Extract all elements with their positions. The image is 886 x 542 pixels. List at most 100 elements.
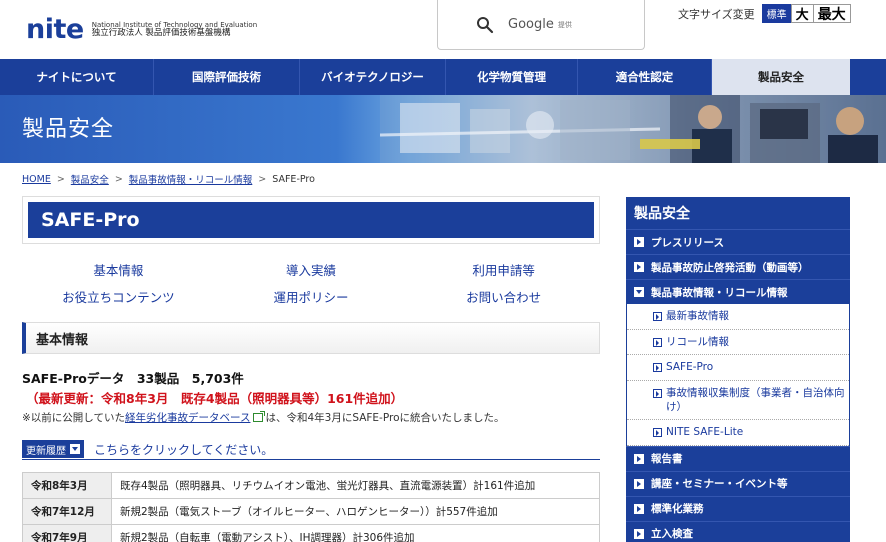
- logo-subtitle: National Institute of Technology and Eva…: [92, 21, 257, 39]
- nav-biotechnology[interactable]: バイオテクノロジー: [300, 59, 446, 95]
- nite-logo[interactable]: nite National Institute of Technology an…: [26, 16, 257, 43]
- arrow-right-icon: [634, 478, 644, 489]
- banner-title: 製品安全: [22, 117, 115, 142]
- external-link-icon: [253, 411, 266, 422]
- font-size-largest-button[interactable]: 最大: [812, 4, 851, 23]
- history-text: 新規2製品（電気ストーブ（オイルヒーター、ハロゲンヒーター））計557件追加: [111, 498, 600, 525]
- data-summary: SAFE-Proデータ 33製品 5,703件: [22, 371, 244, 386]
- font-size-large-button[interactable]: 大: [790, 4, 814, 23]
- google-search-box[interactable]: Google 提供: [437, 0, 645, 50]
- nav-product-safety[interactable]: 製品安全: [712, 59, 850, 95]
- arrow-right-icon: [653, 428, 662, 438]
- global-nav: ナイトについて 国際評価技術 バイオテクノロジー 化学物質管理 適合性認定 製品…: [0, 59, 886, 95]
- arrow-right-icon: [653, 363, 662, 373]
- update-history-row: 更新履歴 こちらをクリックしてください。: [22, 439, 600, 460]
- arrow-right-icon: [634, 453, 644, 464]
- table-row: 令和7年12月 新規2製品（電気ストーブ（オイルヒーター、ハロゲンヒーター））計…: [22, 498, 600, 525]
- sidebar-item-label: 製品事故防止啓発活動（動画等）: [651, 261, 809, 274]
- sidebar-item-reports[interactable]: 報告書: [626, 445, 850, 471]
- quicklink-application[interactable]: 利用申請等: [407, 260, 600, 279]
- sidebar-item-events[interactable]: 講座・セミナー・イベント等: [626, 470, 850, 496]
- arrow-right-icon: [634, 237, 644, 247]
- logo-japanese-name: 独立行政法人 製品評価技術基盤機構: [91, 27, 231, 38]
- sidebar-item-label: 講座・セミナー・イベント等: [651, 478, 788, 491]
- sidebar-subitem-label: 事故情報収集制度（事業者・自治体向け）: [666, 386, 845, 413]
- table-row: 令和8年3月 既存4製品（照明器具、リチウムイオン電池、蛍光灯器具、直流電源装置…: [22, 472, 600, 499]
- quick-links: 基本情報 導入実績 利用申請等 お役立ちコンテンツ 運用ポリシー お問い合わせ: [22, 260, 600, 306]
- sidebar-item-standardization[interactable]: 標準化業務: [626, 495, 850, 521]
- page-title: SAFE-Pro: [28, 202, 594, 238]
- nav-chemical-management[interactable]: 化学物質管理: [446, 59, 578, 95]
- breadcrumb-product-safety[interactable]: 製品安全: [71, 172, 109, 186]
- update-history-table: 令和8年3月 既存4製品（照明器具、リチウムイオン電池、蛍光灯器具、直流電源装置…: [22, 472, 600, 542]
- sidebar-subitem-label: NITE SAFE-Lite: [666, 426, 744, 439]
- breadcrumb-current: SAFE-Pro: [272, 173, 315, 185]
- sidebar-subitem-label: リコール情報: [666, 335, 729, 348]
- section-banner: 製品安全: [0, 95, 886, 163]
- sidebar-title[interactable]: 製品安全: [626, 197, 850, 229]
- update-history-toggle[interactable]: 更新履歴: [22, 440, 84, 458]
- breadcrumb-separator-icon: >: [56, 173, 65, 185]
- sidebar-subitem-label: 最新事故情報: [666, 310, 729, 322]
- sidebar-item-label: 立入検査: [651, 528, 693, 541]
- arrow-right-icon: [653, 388, 662, 398]
- search-provider-label: Google: [508, 17, 554, 32]
- arrow-right-icon: [653, 337, 662, 347]
- sidebar-item-press-release[interactable]: プレスリリース: [626, 229, 850, 254]
- sidebar-item-label: 製品事故情報・リコール情報: [651, 286, 788, 299]
- arrow-right-icon: [653, 312, 662, 321]
- arrow-right-icon: [634, 528, 644, 539]
- sidebar-item-label: 標準化業務: [651, 503, 704, 516]
- site-header: nite National Institute of Technology an…: [0, 0, 886, 60]
- sidebar-subitem-collection-system[interactable]: 事故情報収集制度（事業者・自治体向け）: [627, 381, 849, 421]
- sidebar-subitem-recall[interactable]: リコール情報: [627, 330, 849, 356]
- breadcrumb-separator-icon: >: [258, 173, 267, 185]
- sidebar-item-inspection[interactable]: 立入検査: [626, 520, 850, 542]
- font-size-label: 文字サイズ変更: [678, 7, 755, 21]
- quicklink-policy[interactable]: 運用ポリシー: [215, 287, 408, 306]
- sidebar-subitem-latest-accidents[interactable]: 最新事故情報: [627, 304, 849, 330]
- search-provider-sub: 提供: [557, 20, 572, 29]
- quicklink-adoption[interactable]: 導入実績: [215, 260, 408, 279]
- font-size-switcher: 文字サイズ変更 標準 大 最大: [678, 4, 851, 23]
- arrow-right-icon: [634, 262, 644, 272]
- section-heading: 基本情報: [22, 322, 600, 354]
- quicklink-useful-content[interactable]: お役立ちコンテンツ: [22, 287, 215, 306]
- arrow-right-icon: [634, 503, 644, 514]
- breadcrumb-separator-icon: >: [114, 173, 123, 185]
- quicklink-basic-info[interactable]: 基本情報: [22, 260, 215, 279]
- sidebar: 製品安全 プレスリリース 製品事故防止啓発活動（動画等） 製品事故情報・リコール…: [626, 197, 850, 542]
- sidebar-subitem-label: SAFE-Pro: [666, 361, 714, 374]
- update-history-badge-label: 更新履歴: [26, 445, 66, 457]
- breadcrumb-accident-recall[interactable]: 製品事故情報・リコール情報: [129, 172, 253, 186]
- breadcrumb-home[interactable]: HOME: [22, 174, 51, 185]
- chevron-down-icon: [70, 444, 80, 454]
- search-icon[interactable]: [476, 16, 494, 34]
- banner-photo-image: [380, 95, 886, 163]
- history-text: 新規2製品（自転車（電動アシスト）、IH調理器）計306件追加: [111, 524, 600, 542]
- sidebar-subitem-safe-pro[interactable]: SAFE-Pro: [627, 355, 849, 381]
- nav-about-nite[interactable]: ナイトについて: [0, 59, 154, 95]
- sidebar-item-label: プレスリリース: [651, 236, 724, 249]
- sidebar-item-awareness[interactable]: 製品事故防止啓発活動（動画等）: [626, 254, 850, 279]
- update-history-link[interactable]: こちらをクリックしてください。: [94, 441, 273, 458]
- note-suffix: は、令和4年3月にSAFE-Proに統合いたしました。: [265, 412, 505, 424]
- page-title-box: SAFE-Pro: [22, 196, 600, 244]
- font-size-standard-button[interactable]: 標準: [761, 4, 792, 23]
- history-date: 令和8年3月: [22, 472, 112, 499]
- aging-accident-db-link[interactable]: 経年劣化事故データベース: [125, 410, 250, 425]
- nav-international-evaluation[interactable]: 国際評価技術: [154, 59, 300, 95]
- table-row: 令和7年9月 新規2製品（自転車（電動アシスト）、IH調理器）計306件追加: [22, 524, 600, 542]
- sidebar-subitem-safe-lite[interactable]: NITE SAFE-Lite: [627, 420, 849, 446]
- nav-conformity-accreditation[interactable]: 適合性認定: [578, 59, 712, 95]
- migration-note: ※以前に公開していた 経年劣化事故データベース は、令和4年3月にSAFE-Pr…: [22, 410, 505, 425]
- quicklink-contact[interactable]: お問い合わせ: [407, 287, 600, 306]
- latest-update-notice: （最新更新：令和8年3月 既存4製品（照明器具等）161件追加）: [26, 391, 404, 406]
- history-date: 令和7年12月: [22, 498, 112, 525]
- sidebar-submenu: 最新事故情報 リコール情報 SAFE-Pro 事故情報収集制度（事業者・自治体向…: [627, 304, 849, 446]
- sidebar-item-accident-recall[interactable]: 製品事故情報・リコール情報: [626, 279, 850, 304]
- history-text: 既存4製品（照明器具、リチウムイオン電池、蛍光灯器具、直流電源装置）計161件追…: [111, 472, 600, 499]
- logo-wordmark: nite: [26, 14, 84, 45]
- sidebar-item-label: 報告書: [651, 453, 683, 466]
- history-date: 令和7年9月: [22, 524, 112, 542]
